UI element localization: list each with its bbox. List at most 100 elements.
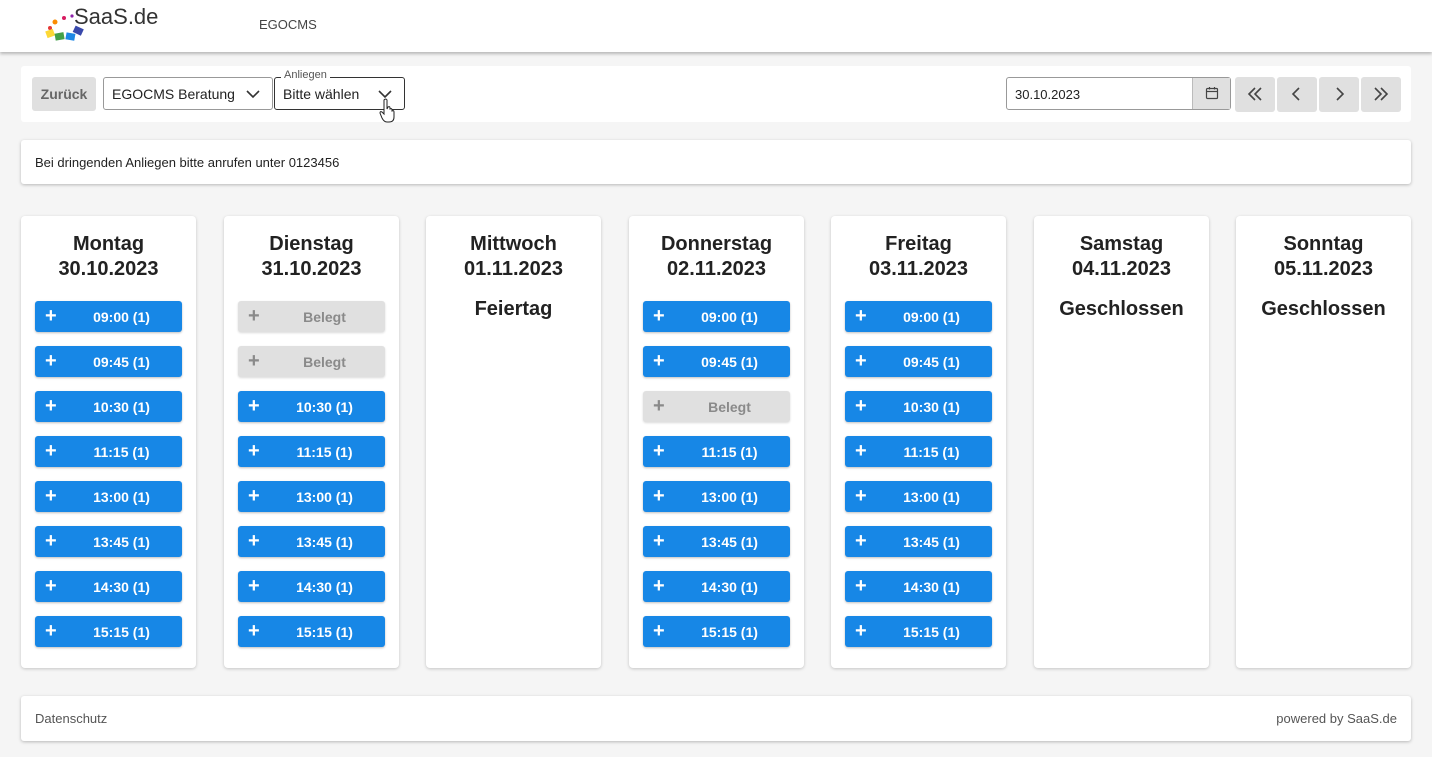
slot-button[interactable]: +11:15 (1) <box>643 436 790 467</box>
slot-button[interactable]: +15:15 (1) <box>238 616 385 647</box>
day-date: 05.11.2023 <box>1274 258 1373 280</box>
slot-label: 11:15 (1) <box>903 444 960 460</box>
day-column: Mittwoch 01.11.2023 Feiertag <box>426 216 601 668</box>
next-week-button[interactable] <box>1319 77 1359 112</box>
day-name: Sonntag <box>1283 233 1364 255</box>
slot-button[interactable]: +14:30 (1) <box>845 571 992 602</box>
slot-button[interactable]: +09:00 (1) <box>845 301 992 332</box>
chevron-down-icon <box>246 90 260 99</box>
slot-button[interactable]: +13:45 (1) <box>35 526 182 557</box>
hand-cursor-icon <box>379 98 395 123</box>
slot-button[interactable]: +09:00 (1) <box>35 301 182 332</box>
powered-by-text: powered by SaaS.de <box>1276 711 1397 726</box>
slot-button[interactable]: +09:45 (1) <box>35 346 182 377</box>
day-date: 04.11.2023 <box>1072 258 1171 280</box>
slot-button[interactable]: +11:15 (1) <box>35 436 182 467</box>
slot-label: 15:15 (1) <box>296 624 353 640</box>
slot-button[interactable]: +13:00 (1) <box>643 481 790 512</box>
slot-button[interactable]: +13:00 (1) <box>35 481 182 512</box>
slot-label: Belegt <box>708 399 751 415</box>
app-name[interactable]: EGOCMS <box>259 17 317 32</box>
slot-label: 14:30 (1) <box>296 579 353 595</box>
concern-select-value: Bitte wählen <box>283 86 360 102</box>
slot-taken-button: + Belegt <box>238 346 385 377</box>
footer: Datenschutz powered by SaaS.de <box>21 696 1411 741</box>
slot-label: 11:15 (1) <box>701 444 758 460</box>
day-date: 03.11.2023 <box>869 258 968 280</box>
slot-button[interactable]: +09:45 (1) <box>643 346 790 377</box>
day-name: Dienstag <box>269 233 354 255</box>
slot-button[interactable]: +14:30 (1) <box>35 571 182 602</box>
slot-button[interactable]: +14:30 (1) <box>643 571 790 602</box>
chevron-right-icon <box>1336 87 1345 101</box>
slot-label: 09:45 (1) <box>701 354 758 370</box>
slot-button[interactable]: +15:15 (1) <box>643 616 790 647</box>
slot-label: Belegt <box>303 354 346 370</box>
slot-label: 09:45 (1) <box>903 354 960 370</box>
day-column: Samstag 04.11.2023 Geschlossen <box>1034 216 1209 668</box>
slot-label: 15:15 (1) <box>701 624 758 640</box>
day-column: Freitag 03.11.2023 +09:00 (1) +09:45 (1) +10… <box>831 216 1006 668</box>
calendar-icon <box>1205 87 1219 100</box>
slot-label: 10:30 (1) <box>93 399 150 415</box>
slot-label: 14:30 (1) <box>93 579 150 595</box>
day-column: Dienstag 31.10.2023 + Belegt + Belegt +10:30 (… <box>224 216 399 668</box>
slot-button[interactable]: +13:45 (1) <box>845 526 992 557</box>
privacy-link[interactable]: Datenschutz <box>35 711 107 726</box>
slot-button[interactable]: +13:00 (1) <box>238 481 385 512</box>
back-button[interactable]: Zurück <box>32 77 96 111</box>
slot-label: 15:15 (1) <box>903 624 960 640</box>
slot-taken-button: + Belegt <box>238 301 385 332</box>
last-week-button[interactable] <box>1361 77 1401 112</box>
double-chevron-right-icon <box>1374 87 1389 101</box>
slot-label: 09:45 (1) <box>93 354 150 370</box>
calendar-button[interactable] <box>1192 78 1230 109</box>
date-input[interactable]: 30.10.2023 <box>1006 77 1231 110</box>
notice-banner: Bei dringenden Anliegen bitte anrufen un… <box>21 140 1411 184</box>
slot-button[interactable]: +13:45 (1) <box>643 526 790 557</box>
slot-button[interactable]: +15:15 (1) <box>845 616 992 647</box>
slot-button[interactable]: +13:45 (1) <box>238 526 385 557</box>
slot-label: 13:00 (1) <box>701 489 758 505</box>
slot-taken-button: + Belegt <box>643 391 790 422</box>
slot-label: 14:30 (1) <box>701 579 758 595</box>
logo-text: SaaS.de <box>74 4 159 29</box>
day-name: Montag <box>72 233 145 255</box>
slot-button[interactable]: +10:30 (1) <box>845 391 992 422</box>
slot-button[interactable]: +13:00 (1) <box>845 481 992 512</box>
previous-week-button[interactable] <box>1277 77 1317 112</box>
day-date: 02.11.2023 <box>667 258 766 280</box>
slot-label: 10:30 (1) <box>296 399 353 415</box>
slot-label: 15:15 (1) <box>93 624 150 640</box>
day-name: Samstag <box>1079 233 1164 255</box>
slot-label: 13:00 (1) <box>93 489 150 505</box>
slot-button[interactable]: +09:00 (1) <box>643 301 790 332</box>
slot-label: Belegt <box>303 309 346 325</box>
day-name: Donnerstag <box>660 233 773 255</box>
slot-label: 10:30 (1) <box>903 399 960 415</box>
slot-label: 09:00 (1) <box>701 309 758 325</box>
first-week-button[interactable] <box>1235 77 1275 112</box>
slot-label: 13:00 (1) <box>903 489 960 505</box>
slot-label: 13:45 (1) <box>903 534 960 550</box>
slot-button[interactable]: +11:15 (1) <box>238 436 385 467</box>
slot-button[interactable]: +10:30 (1) <box>35 391 182 422</box>
top-bar: SaaS.de EGOCMS <box>0 0 1432 52</box>
notice-text: Bei dringenden Anliegen bitte anrufen un… <box>35 155 340 170</box>
day-name: Freitag <box>885 233 952 255</box>
day-date: 01.11.2023 <box>464 258 563 280</box>
saas-logo[interactable]: SaaS.de <box>44 2 174 44</box>
slot-button[interactable]: +14:30 (1) <box>238 571 385 602</box>
double-chevron-left-icon <box>1247 87 1262 101</box>
slot-button[interactable]: +09:45 (1) <box>845 346 992 377</box>
slot-label: 14:30 (1) <box>903 579 960 595</box>
slot-label: 13:45 (1) <box>296 534 353 550</box>
slot-button[interactable]: +15:15 (1) <box>35 616 182 647</box>
slot-label: 11:15 (1) <box>93 444 150 460</box>
slot-button[interactable]: +10:30 (1) <box>238 391 385 422</box>
service-select[interactable]: EGOCMS Beratung <box>103 77 273 110</box>
slot-button[interactable]: +11:15 (1) <box>845 436 992 467</box>
slot-label: 09:00 (1) <box>93 309 150 325</box>
slot-label: 13:45 (1) <box>93 534 150 550</box>
day-date: 30.10.2023 <box>58 258 159 280</box>
